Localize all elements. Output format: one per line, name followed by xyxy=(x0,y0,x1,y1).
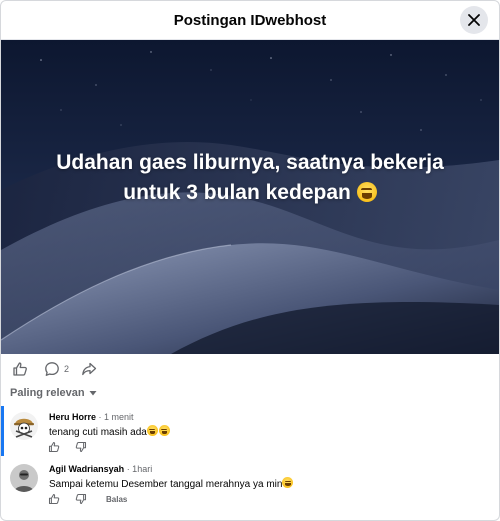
grimacing-emoji-icon xyxy=(158,425,170,436)
grinning-squinting-emoji-icon xyxy=(356,182,377,202)
like-button[interactable] xyxy=(12,361,28,377)
modal-title: Postingan IDwebhost xyxy=(173,11,327,29)
comments-filter-dropdown[interactable]: Paling relevan xyxy=(10,387,97,399)
comment-time: · 1hari xyxy=(124,464,153,474)
thumbs-up-icon[interactable] xyxy=(48,441,60,453)
comment-time: · 1 menit xyxy=(96,412,134,422)
post-image[interactable]: Udahan gaes liburnya, saatnya bekerja un… xyxy=(1,40,499,354)
caret-down-icon xyxy=(89,391,97,396)
comment-count: 2 xyxy=(64,364,70,374)
share-button[interactable] xyxy=(81,361,97,377)
comment-item: Heru Horre · 1 menit tenang cuti masih a… xyxy=(1,406,499,456)
avatar[interactable] xyxy=(10,464,38,492)
comment-text: tenang cuti masih ada xyxy=(49,425,170,438)
comments-filter-label: Paling relevan xyxy=(10,387,85,399)
comment-author-name[interactable]: Agil Wadriansyah xyxy=(49,464,124,474)
share-arrow-icon xyxy=(82,362,97,376)
user-photo-avatar-icon xyxy=(10,464,38,492)
grinning-sweat-emoji-icon xyxy=(282,477,294,488)
comment-text-content: tenang cuti masih ada xyxy=(49,427,147,438)
comment-text: Sampai ketemu Desember tanggal merahnya … xyxy=(49,477,294,490)
comment-text-content: Sampai ketemu Desember tanggal merahnya … xyxy=(49,479,283,490)
post-caption: Udahan gaes liburnya, saatnya bekerja un… xyxy=(21,148,479,208)
reply-button[interactable]: Balas xyxy=(106,495,127,504)
thumbs-up-icon xyxy=(13,362,27,376)
skull-avatar-icon xyxy=(10,412,38,440)
caption-line-2: untuk 3 bulan kedepan xyxy=(21,178,479,208)
thumbs-up-icon[interactable] xyxy=(48,493,60,505)
comment-author: Agil Wadriansyah · 1hari xyxy=(49,464,152,474)
modal-header: Postingan IDwebhost xyxy=(1,1,499,40)
post-actions: 2 xyxy=(1,355,499,383)
close-button[interactable] xyxy=(460,6,488,34)
comment-reactions xyxy=(48,441,102,453)
avatar[interactable] xyxy=(10,412,38,440)
caption-line-1: Udahan gaes liburnya, saatnya bekerja xyxy=(56,151,444,174)
comment-bubble-icon xyxy=(45,362,59,376)
caption-line-2-text: untuk 3 bulan kedepan xyxy=(123,181,351,204)
comment-button[interactable]: 2 xyxy=(44,361,69,377)
comment-reactions: Balas xyxy=(48,493,127,505)
post-modal: Postingan IDwebhost Udahan gaes liburnya… xyxy=(0,0,500,521)
comment-author: Heru Horre · 1 menit xyxy=(49,412,134,422)
close-icon xyxy=(468,14,480,26)
comment-item: Agil Wadriansyah · 1hari Sampai ketemu D… xyxy=(1,458,499,508)
comment-author-name[interactable]: Heru Horre xyxy=(49,412,96,422)
thumbs-down-icon[interactable] xyxy=(75,441,87,453)
grimacing-emoji-icon xyxy=(146,425,158,436)
thumbs-down-icon[interactable] xyxy=(75,493,87,505)
